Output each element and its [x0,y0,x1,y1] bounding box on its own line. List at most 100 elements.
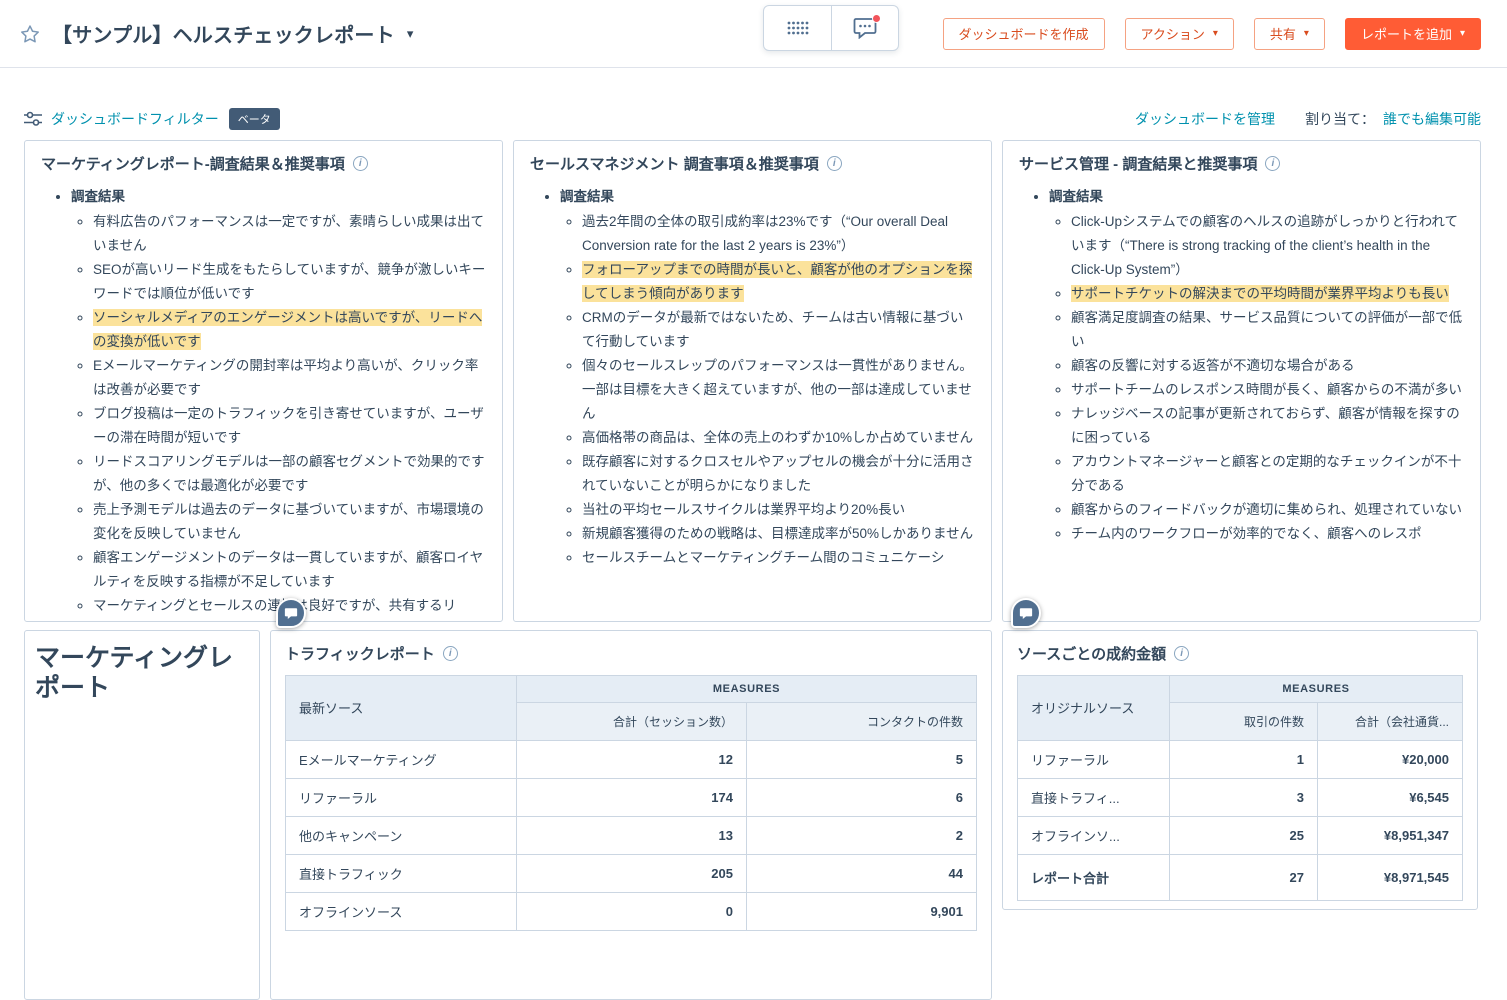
share-button[interactable]: 共有 ▾ [1253,17,1325,50]
text-card-title: マーケティングレポート [35,644,234,702]
comment-bubble-icon [284,607,298,619]
card-title: マーケティングレポート-調査結果＆推奨事項 [41,156,345,173]
cell-value[interactable]: ¥8,951,347 [1317,815,1463,855]
row-label: オフラインソ... [1017,815,1170,855]
list-item: 顧客満足度調査の結果、サービス品質についての評価が一部で低い [1071,306,1464,354]
favorite-button[interactable] [18,22,42,46]
table-row: オフラインソ... 25 ¥8,951,347 [1017,815,1463,855]
comment-pin[interactable] [276,598,306,628]
add-report-button[interactable]: レポートを追加 ▾ [1344,17,1481,50]
list-item: Click-Upシステムでの顧客のヘルスの追跡がしっかりと行われています（“Th… [1071,210,1464,282]
comment-bubble-icon [1019,607,1033,619]
list-item: サポートチームのレスポンス時間が長く、顧客からの不満が多い [1071,378,1464,402]
top-header: 【サンプル】ヘルスチェックレポート ▾ ダッシュボードを作成 アクション ▾ 共… [0,0,1507,68]
cell-value[interactable]: 174 [516,777,747,817]
text-card-marketing-report: マーケティングレポート [24,630,260,1000]
traffic-row-header: 最新ソース [285,674,517,741]
cell-value[interactable]: 44 [746,853,977,893]
create-dashboard-label: ダッシュボードを作成 [958,27,1089,42]
cell-value[interactable]: 205 [516,853,747,893]
table-row: リファーラル 174 6 [285,777,977,817]
traffic-table: 最新ソース MEASURES 合計（セッション数） コンタクトの件数 Eメールマ… [285,674,977,931]
edit-permission-link[interactable]: 誰でも編集可能 [1383,109,1481,129]
manage-dashboard-link[interactable]: ダッシュボードを管理 [1135,109,1275,129]
notification-dot [872,14,881,23]
comment-pin[interactable] [1011,598,1041,628]
chevron-down-icon: ▾ [1303,27,1309,39]
column-header-contacts: コンタクトの件数 [746,701,977,741]
section-heading: 調査結果 [1049,188,1103,204]
list-item: 既存顧客に対するクロスセルやアップセルの機会が十分に活用されていないことが明らか… [582,450,975,498]
deals-by-source-card: ソースごとの成約金額 i オリジナルソース MEASURES 取引の件数 合計（… [1002,630,1478,910]
table-row: Eメールマーケティング 12 5 [285,739,977,779]
list-item: 顧客の反響に対する返答が不適切な場合がある [1071,354,1464,378]
section-heading: 調査結果 [560,188,614,204]
cell-value[interactable]: 25 [1169,815,1318,855]
dashboard-toolbar: ダッシュボードフィルター ベータ ダッシュボードを管理 割り当て： 誰でも編集可… [24,103,1481,135]
dashboard-filter-label: ダッシュボードフィルター [51,111,219,127]
cell-value[interactable]: 2 [746,815,977,855]
list-item: 過去2年間の全体の取引成約率は23%です（“Our overall Deal C… [582,210,975,258]
assignment-group: 割り当て： 誰でも編集可能 [1305,109,1481,129]
cell-value[interactable]: 13 [516,815,747,855]
report-cards-row: マーケティングレポート-調査結果＆推奨事項 i 調査結果 有料広告のパフォーマン… [24,140,1481,622]
report-card-marketing: マーケティングレポート-調査結果＆推奨事項 i 調査結果 有料広告のパフォーマン… [24,140,503,622]
list-item: 個々のセールスレップのパフォーマンスは一貫性がありません。一部は目標を大きく超え… [582,354,975,426]
list-item: 売上予測モデルは過去のデータに基づいていますが、市場環境の変化を反映していません [93,498,486,546]
card-title: セールスマネジメント 調査事項＆推奨事項 [530,156,819,173]
list-item: フォローアップまでの時間が長いと、顧客が他のオプションを探してしまう傾向がありま… [582,258,975,306]
row-label: リファーラル [1017,739,1170,779]
title-caret-icon[interactable]: ▾ [407,26,414,42]
column-header-deal-count: 取引の件数 [1169,701,1318,741]
table-row: 他のキャンペーン 13 2 [285,815,977,855]
list-item: セールスチームとマーケティングチーム間のコミュニケーシ [582,546,975,570]
card-title: ソースごとの成約金額 [1017,646,1167,663]
measures-header: MEASURES [516,674,977,703]
create-dashboard-button[interactable]: ダッシュボードを作成 [942,17,1105,50]
cell-value[interactable]: 1 [1169,739,1318,779]
info-icon[interactable]: i [826,156,842,171]
row-label: 直接トラフィック [285,853,517,893]
list-item: ナレッジベースの記事が更新されておらず、顧客が情報を探すのに困っている [1071,402,1464,450]
cell-value[interactable]: 27 [1169,853,1318,901]
row-label: 直接トラフィ... [1017,777,1170,817]
info-icon[interactable]: i [442,646,458,661]
row-label: Eメールマーケティング [285,739,517,779]
list-item: 新規顧客獲得のための戦略は、目標達成率が50%しかありません [582,522,975,546]
header-actions: ダッシュボードを作成 アクション ▾ 共有 ▾ レポートを追加 ▾ [942,17,1481,50]
table-total-row: レポート合計 27 ¥8,971,545 [1017,853,1463,901]
list-item: 当社の平均セールスサイクルは業界平均より20%長い [582,498,975,522]
list-item: リードスコアリングモデルは一部の顧客セグメントで効果的ですが、他の多くでは最適化… [93,450,486,498]
list-item: アカウントマネージャーと顧客との定期的なチェックインが不十分である [1071,450,1464,498]
chevron-down-icon: ▾ [1212,27,1218,39]
cell-value[interactable]: 6 [746,777,977,817]
share-label: 共有 [1269,27,1296,42]
report-card-sales: セールスマネジメント 調査事項＆推奨事項 i 調査結果 過去2年間の全体の取引成… [513,140,992,622]
cell-value[interactable]: ¥6,545 [1317,777,1463,817]
card-title: サービス管理 - 調査結果と推奨事項 [1019,156,1258,173]
dashboard-filter-link[interactable]: ダッシュボードフィルター [24,109,219,129]
deals-table: オリジナルソース MEASURES 取引の件数 合計（会社通貨... リファーラ… [1017,674,1463,901]
cell-value[interactable]: ¥20,000 [1317,739,1463,779]
cell-value[interactable]: 3 [1169,777,1318,817]
info-icon[interactable]: i [1265,156,1281,171]
cell-value[interactable]: 12 [516,739,747,779]
grid-dots-icon [787,21,808,35]
grid-view-button[interactable] [764,6,831,50]
cell-value[interactable]: 0 [516,891,747,931]
report-card-service: サービス管理 - 調査結果と推奨事項 i 調査結果 Click-Upシステムでの… [1002,140,1481,622]
actions-button[interactable]: アクション ▾ [1124,17,1234,50]
cell-value[interactable]: ¥8,971,545 [1317,853,1463,901]
info-icon[interactable]: i [352,156,368,171]
assignment-label: 割り当て： [1305,111,1375,127]
info-icon[interactable]: i [1174,646,1190,661]
cell-value[interactable]: 9,901 [746,891,977,931]
list-item: サポートチケットの解決までの平均時間が業界平均よりも長い [1071,282,1464,306]
comments-button[interactable] [831,6,898,50]
card-title: トラフィックレポート [285,646,435,663]
cell-value[interactable]: 5 [746,739,977,779]
row-label: リファーラル [285,777,517,817]
table-row: 直接トラフィ... 3 ¥6,545 [1017,777,1463,817]
list-item: 有料広告のパフォーマンスは一定ですが、素晴らしい成果は出ていません [93,210,486,258]
deals-row-header: オリジナルソース [1017,674,1170,741]
